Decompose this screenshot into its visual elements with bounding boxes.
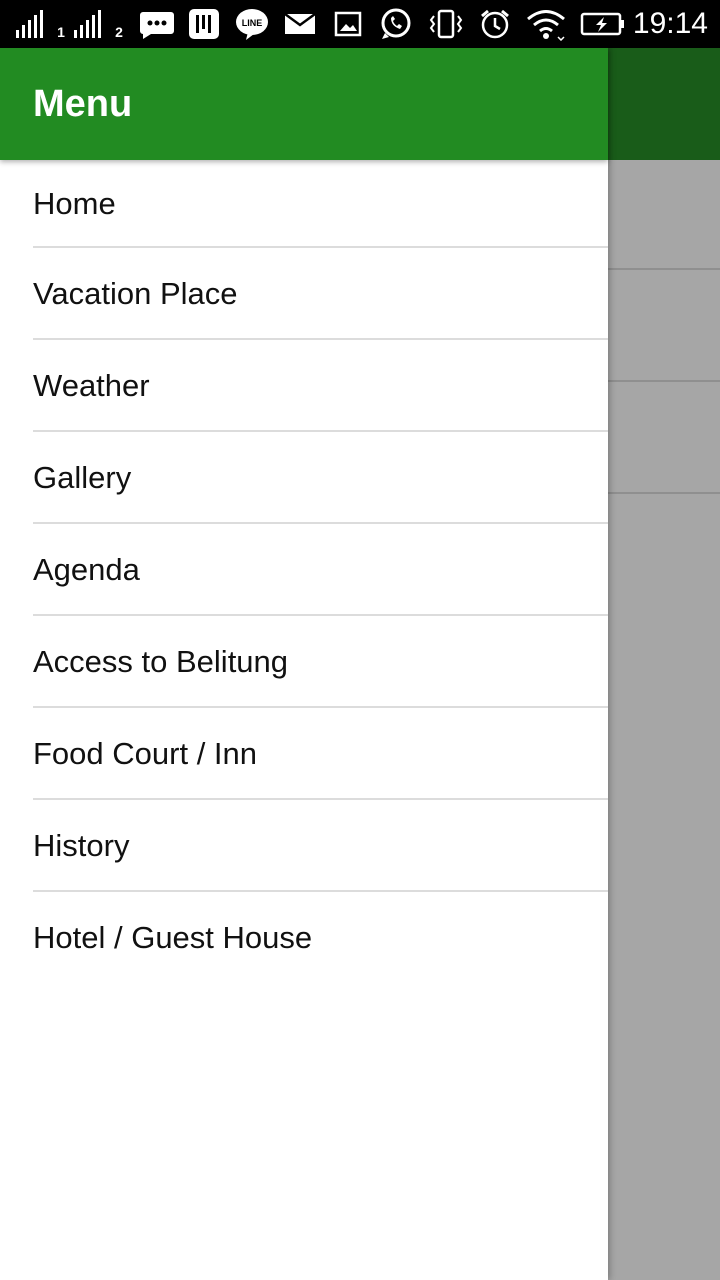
- signal-icon: [72, 8, 112, 40]
- menu-item-label: Hotel / Guest House: [33, 920, 313, 955]
- menu-item-label: Home: [33, 186, 116, 221]
- background-divider: [608, 492, 720, 494]
- menu-item-label: Access to Belitung: [33, 644, 289, 679]
- menu-item-gallery[interactable]: Gallery: [0, 432, 608, 524]
- menu-item-label: Gallery: [33, 460, 132, 495]
- menu-item-label: Food Court / Inn: [33, 736, 258, 771]
- drawer-header: Menu: [0, 48, 608, 160]
- signal-icon: [14, 8, 54, 40]
- bbm-icon: [138, 8, 176, 40]
- menu-item-home[interactable]: Home: [0, 160, 608, 248]
- menu-item-food-court-inn[interactable]: Food Court / Inn: [0, 708, 608, 800]
- menu-item-hotel-guest-house[interactable]: Hotel / Guest House: [0, 892, 608, 984]
- drawer-title: Menu: [33, 82, 133, 125]
- svg-text:LINE: LINE: [242, 18, 263, 28]
- navigation-drawer: Menu Home Vacation Place Weather Gallery…: [0, 48, 608, 1280]
- whatsapp-icon: [376, 8, 416, 40]
- background-divider: [608, 268, 720, 270]
- menu-list: Home Vacation Place Weather Gallery Agen…: [0, 160, 608, 984]
- menu-item-label: Agenda: [33, 552, 140, 587]
- sim1-label: 1: [57, 24, 65, 40]
- menu-item-agenda[interactable]: Agenda: [0, 524, 608, 616]
- menu-item-label: Weather: [33, 368, 150, 403]
- clock: 19:14: [632, 7, 708, 40]
- menu-item-history[interactable]: History: [0, 800, 608, 892]
- gallery-icon: [330, 8, 366, 40]
- status-bar: 1 2 LINE 19:14: [0, 0, 720, 48]
- menu-item-access-to-belitung[interactable]: Access to Belitung: [0, 616, 608, 708]
- vibrate-icon: [426, 8, 466, 40]
- wifi-icon: [524, 8, 568, 41]
- email-icon: [282, 8, 318, 40]
- sim2-label: 2: [115, 24, 123, 40]
- menu-item-weather[interactable]: Weather: [0, 340, 608, 432]
- menu-item-vacation-place[interactable]: Vacation Place: [0, 248, 608, 340]
- battery-charging-icon: [580, 8, 626, 40]
- menu-item-label: History: [33, 828, 130, 863]
- line-icon: LINE: [234, 8, 270, 40]
- background-divider: [608, 380, 720, 382]
- menu-item-label: Vacation Place: [33, 276, 238, 311]
- gojek-icon: [186, 8, 222, 40]
- alarm-icon: [476, 8, 514, 40]
